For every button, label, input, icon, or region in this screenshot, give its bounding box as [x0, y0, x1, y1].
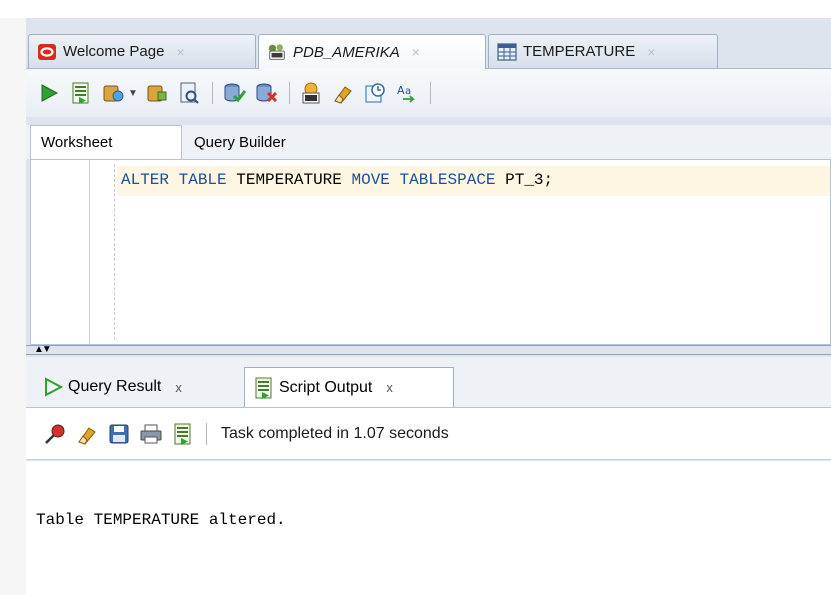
- tab-label: Welcome Page: [63, 43, 165, 60]
- left-side-panel: [0, 18, 27, 595]
- pin-icon[interactable]: [40, 419, 70, 449]
- tab-query-result[interactable]: Query Result x: [34, 367, 240, 407]
- line-gutter: [31, 160, 90, 344]
- chevron-down-icon[interactable]: ▼: [128, 88, 138, 99]
- tab-label: TEMPERATURE: [523, 43, 636, 60]
- worksheet-tab-bar: Worksheet Query Builder: [26, 125, 831, 159]
- tab-label: Query Result: [68, 378, 162, 395]
- code-keyword: TABLE: [178, 171, 227, 189]
- script-output-icon: [253, 376, 275, 400]
- pane-splitter[interactable]: ▲▼: [26, 344, 831, 355]
- close-icon[interactable]: x: [386, 380, 393, 395]
- sql-history-icon[interactable]: [360, 78, 390, 108]
- code-keyword: TABLESPACE: [399, 171, 496, 189]
- format-case-icon[interactable]: Aa: [392, 78, 422, 108]
- code-identifier: TEMPERATURE: [236, 171, 342, 189]
- run-statement-icon[interactable]: [34, 78, 64, 108]
- sql-connection-icon: [267, 42, 287, 62]
- output-message: Table TEMPERATURE altered.: [36, 511, 286, 529]
- toolbar-separator: [288, 82, 290, 104]
- table-grid-icon: [497, 42, 517, 62]
- output-toolbar: Task completed in 1.07 seconds: [26, 408, 831, 460]
- document-tab-bar: Welcome Page × PDB_AMERIKA × TEMPERATURE…: [26, 28, 831, 69]
- clear-eraser-icon[interactable]: [72, 419, 102, 449]
- tab-label: Script Output: [279, 378, 373, 396]
- open-in-editor-icon[interactable]: [168, 419, 198, 449]
- worksheet-toolbar: ▼ Aa: [26, 69, 831, 117]
- run-arrow-icon: [42, 376, 64, 398]
- window-top-strip: [0, 0, 831, 18]
- tab-label: PDB_AMERIKA: [293, 43, 400, 61]
- unshared-worksheet-icon[interactable]: [296, 78, 326, 108]
- toolbar-separator: [206, 422, 207, 445]
- task-status-text: Task completed in 1.07 seconds: [221, 424, 449, 442]
- code-keyword: ALTER: [121, 171, 170, 189]
- sql-statement[interactable]: ALTER TABLE TEMPERATURE MOVE TABLESPACE …: [121, 171, 553, 189]
- tab-script-output[interactable]: Script Output x: [244, 367, 454, 407]
- fold-guide: [114, 164, 115, 340]
- tab-welcome-page[interactable]: Welcome Page ×: [28, 34, 256, 68]
- sql-tuning-icon[interactable]: [174, 78, 204, 108]
- tab-temperature[interactable]: TEMPERATURE ×: [488, 34, 718, 68]
- results-tab-bar: Query Result x Script Output x: [26, 357, 831, 408]
- print-icon[interactable]: [136, 419, 166, 449]
- svg-text:a: a: [405, 86, 411, 97]
- explain-plan-icon[interactable]: [142, 78, 172, 108]
- code-identifier: PT_3;: [505, 171, 554, 189]
- splitter-arrows-icon[interactable]: ▲▼: [34, 344, 52, 355]
- code-keyword: MOVE: [351, 171, 390, 189]
- editor-frame: Welcome Page × PDB_AMERIKA × TEMPERATURE…: [26, 18, 831, 595]
- sql-editor[interactable]: ALTER TABLE TEMPERATURE MOVE TABLESPACE …: [30, 159, 831, 345]
- close-icon[interactable]: x: [175, 380, 182, 395]
- save-icon[interactable]: [104, 419, 134, 449]
- tab-pdb-amerika[interactable]: PDB_AMERIKA ×: [258, 34, 486, 69]
- toolbar-separator: [429, 82, 431, 104]
- commit-icon[interactable]: [219, 78, 249, 108]
- script-output-pane[interactable]: Table TEMPERATURE altered.: [26, 461, 831, 595]
- close-icon[interactable]: ×: [412, 44, 420, 60]
- tab-worksheet[interactable]: Worksheet: [30, 125, 182, 159]
- run-script-icon[interactable]: [66, 78, 96, 108]
- close-icon[interactable]: ×: [176, 44, 184, 60]
- toolbar-separator: [211, 82, 213, 104]
- tab-query-builder[interactable]: Query Builder: [184, 125, 344, 159]
- clear-eraser-icon[interactable]: [328, 78, 358, 108]
- rollback-icon[interactable]: [251, 78, 281, 108]
- autotrace-icon[interactable]: [98, 78, 128, 108]
- oracle-logo-icon: [37, 42, 57, 62]
- close-icon[interactable]: ×: [647, 44, 655, 60]
- svg-text:A: A: [397, 84, 405, 97]
